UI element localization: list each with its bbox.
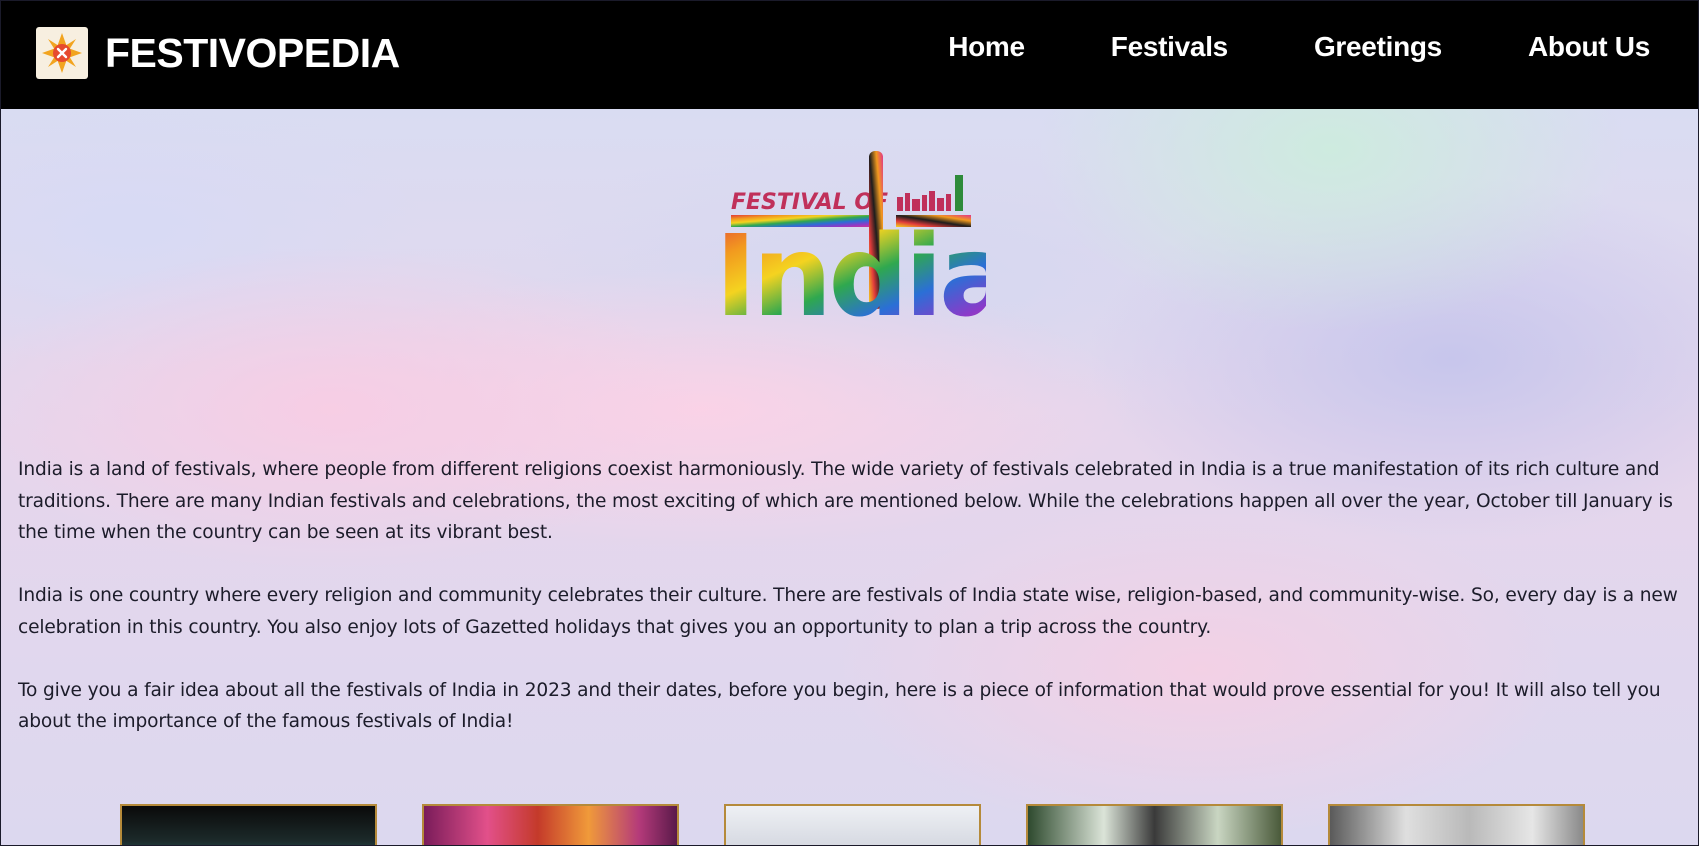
nav-festivals[interactable]: Festivals <box>1111 31 1228 63</box>
festival-card-2[interactable] <box>422 804 679 845</box>
top-navbar: FESTIVOPEDIA Home Festivals Greetings Ab… <box>1 1 1698 109</box>
main-content: FESTIVAL OF India India is a land of fes… <box>1 109 1698 845</box>
intro-paragraph-2: India is one country where every religio… <box>18 585 1678 638</box>
nav-about-us[interactable]: About Us <box>1528 31 1650 63</box>
festival-card-3[interactable] <box>724 804 981 845</box>
festival-star-icon <box>36 27 88 79</box>
intro-paragraph-3: To give you a fair idea about all the fe… <box>18 679 1661 733</box>
nav-home[interactable]: Home <box>948 31 1025 63</box>
brand[interactable]: FESTIVOPEDIA <box>36 27 400 79</box>
nav-greetings[interactable]: Greetings <box>1314 31 1442 63</box>
festival-card-1[interactable] <box>120 804 377 845</box>
festival-of-india-logo: FESTIVAL OF India <box>711 145 1015 342</box>
page: FESTIVOPEDIA Home Festivals Greetings Ab… <box>0 0 1699 846</box>
logo-main-text: India <box>715 212 986 330</box>
festival-card-5[interactable] <box>1328 804 1585 845</box>
festival-card-4[interactable] <box>1026 804 1283 845</box>
intro-text: India is a land of festivals, where peop… <box>18 454 1683 769</box>
festival-cards <box>120 804 1585 845</box>
brand-name: FESTIVOPEDIA <box>105 29 400 76</box>
main-nav: Home Festivals Greetings About Us <box>862 31 1650 63</box>
intro-paragraph-1: India is a land of festivals, where peop… <box>18 459 1673 543</box>
